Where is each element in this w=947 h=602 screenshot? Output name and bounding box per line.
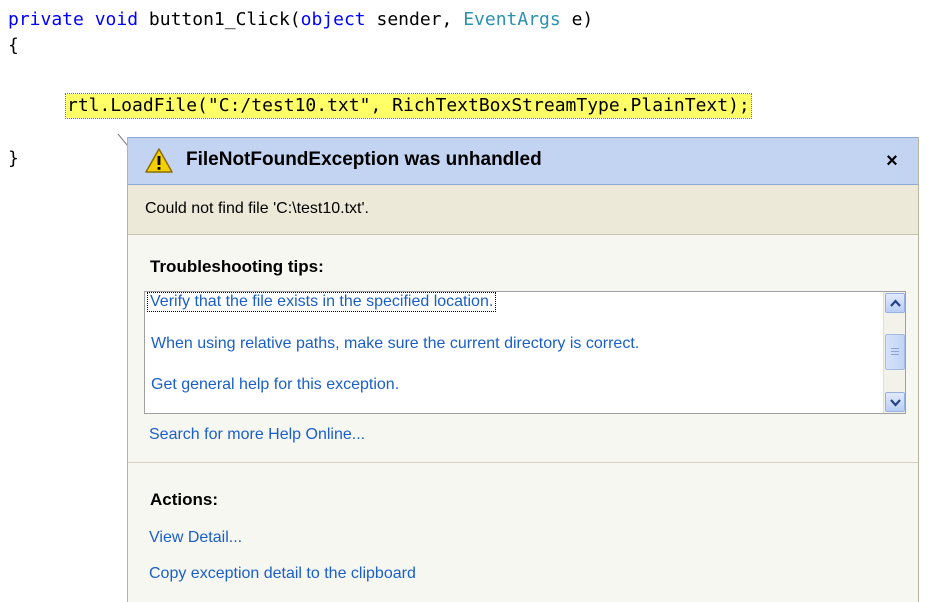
chevron-up-icon	[890, 299, 901, 307]
type-eventargs: EventArgs	[463, 9, 561, 30]
scroll-thumb[interactable]	[885, 334, 905, 370]
warning-icon	[145, 148, 173, 173]
view-detail-link[interactable]: View Detail...	[149, 529, 242, 547]
scroll-down-button[interactable]	[885, 392, 905, 412]
tip-relative-paths[interactable]: When using relative paths, make sure the…	[151, 335, 639, 353]
exception-assistant-header: FileNotFoundException was unhandled ×	[128, 137, 918, 185]
exception-message-band: Could not find file 'C:\test10.txt'.	[128, 185, 918, 235]
exception-assistant-body: Troubleshooting tips: Verify that the fi…	[128, 235, 918, 602]
grip-line	[891, 348, 899, 349]
code-line-close-brace: }	[8, 148, 19, 169]
copy-exception-detail-link[interactable]: Copy exception detail to the clipboard	[149, 565, 416, 583]
current-statement-highlight[interactable]: rtl.LoadFile("C:/test10.txt", RichTextBo…	[65, 93, 752, 119]
code-line-current-statement: rtl.LoadFile("C:/test10.txt", RichTextBo…	[65, 93, 752, 119]
section-divider	[128, 462, 918, 463]
code-line-open-brace: {	[8, 35, 19, 56]
grip-line	[891, 354, 899, 355]
statement-prefix: rtl.LoadFile(	[67, 95, 208, 116]
param-sender: sender,	[365, 9, 464, 30]
method-name: button1_Click(	[138, 9, 301, 30]
exception-assistant: FileNotFoundException was unhandled × Co…	[127, 137, 919, 602]
close-button[interactable]: ×	[880, 147, 904, 175]
actions-heading: Actions:	[150, 490, 218, 509]
chevron-down-icon	[890, 399, 901, 407]
troubleshooting-tips-list[interactable]: Verify that the file exists in the speci…	[144, 291, 906, 414]
grip-line	[891, 351, 899, 352]
code-line-method-signature: private void button1_Click(object sender…	[8, 7, 593, 33]
param-e: e)	[560, 9, 594, 30]
statement-type: RichTextBoxStreamType	[392, 95, 620, 116]
troubleshooting-heading: Troubleshooting tips:	[150, 257, 324, 276]
exception-message: Could not find file 'C:\test10.txt'.	[145, 200, 369, 217]
statement-middle: ,	[370, 95, 393, 116]
statement-suffix: .PlainText);	[619, 95, 750, 116]
keyword-void: void	[94, 9, 139, 30]
tip-general-help[interactable]: Get general help for this exception.	[151, 376, 399, 394]
statement-string: "C:/test10.txt"	[207, 95, 371, 116]
keyword-object: object	[300, 9, 366, 30]
scroll-up-button[interactable]	[885, 293, 905, 313]
tips-scrollbar[interactable]	[883, 292, 905, 413]
tip-verify-file-exists[interactable]: Verify that the file exists in the speci…	[146, 292, 497, 312]
exception-title: FileNotFoundException was unhandled	[186, 149, 542, 170]
keyword-private: private	[8, 9, 84, 30]
search-help-online-link[interactable]: Search for more Help Online...	[149, 426, 365, 444]
